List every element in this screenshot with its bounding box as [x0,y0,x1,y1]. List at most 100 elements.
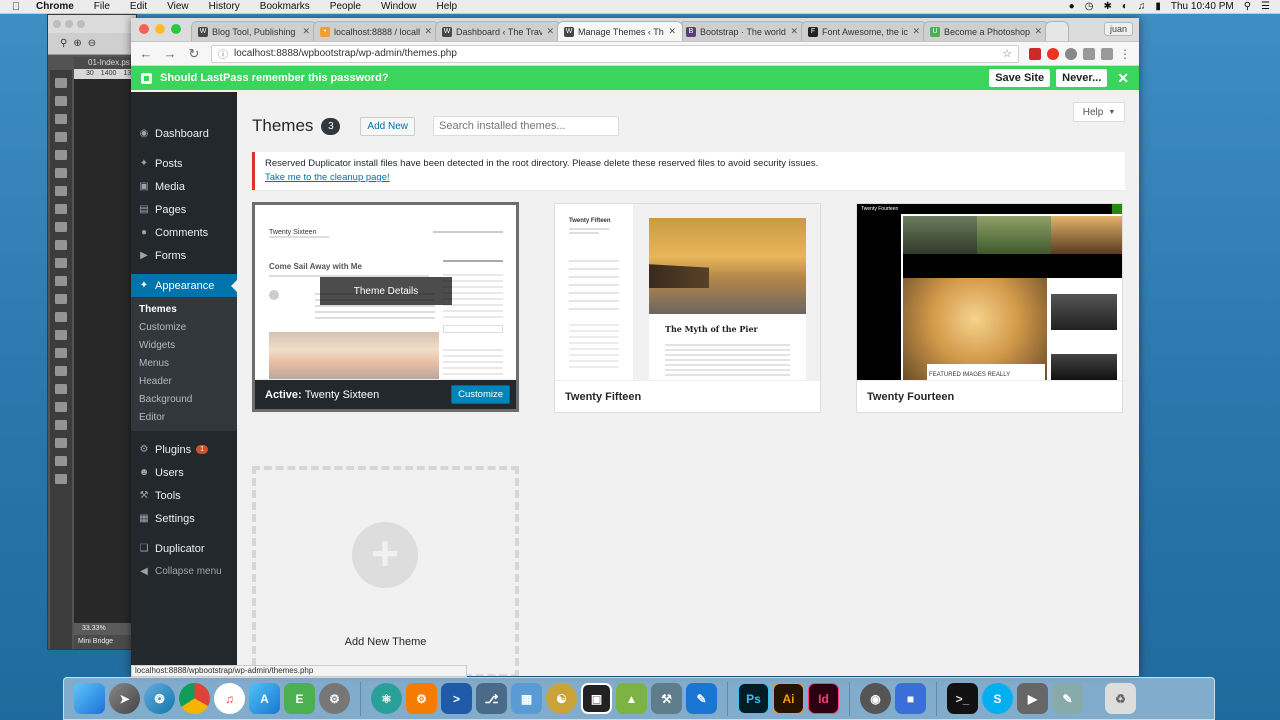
search-themes-input[interactable] [433,116,619,136]
submenu-menus[interactable]: Menus [131,355,237,373]
browser-tab[interactable]: F Font Awesome, the icon ✕ [801,21,927,41]
collapse-menu[interactable]: ◀ Collapse menu [131,560,237,583]
submenu-widgets[interactable]: Widgets [131,337,237,355]
menu-duplicator[interactable]: ❏ Duplicator [131,537,237,560]
wordpress-extension-icon[interactable] [1065,47,1077,60]
camera-icon[interactable]: ● [1069,1,1075,12]
wifi-icon[interactable]: ◐ [1122,1,1128,12]
illustrator-icon[interactable]: Ai [773,683,804,714]
browser-tab[interactable]: B Bootstrap · The world's ✕ [679,21,805,41]
forward-icon[interactable]: → [163,46,177,61]
app-store-icon[interactable]: A [249,683,280,714]
safari-icon[interactable]: ❂ [144,683,175,714]
menu-history[interactable]: History [199,1,250,12]
close-tab-icon[interactable]: ✕ [912,26,920,37]
photoshop-icon[interactable]: Ps [738,683,769,714]
new-tab-button[interactable] [1045,21,1069,41]
customize-button[interactable]: Customize [451,385,510,404]
theme-card-twenty-fourteen[interactable]: Twenty Fourteen FEATURED IMAGES REALLY T… [856,203,1123,413]
menu-comments[interactable]: ● Comments [131,221,237,244]
menu-plugins[interactable]: ⚙ Plugins 1 [131,438,237,461]
theme-card-twenty-fifteen[interactable]: Twenty Fifteen The Myth of the Pier Twen… [554,203,821,413]
close-window-button[interactable] [139,24,149,34]
menu-users[interactable]: ☻ Users [131,461,237,484]
menu-appearance[interactable]: ✦ Appearance [131,274,237,297]
zoom-out-icon[interactable]: ⊖ [88,38,96,49]
menu-help[interactable]: Help [427,1,468,12]
theme-card-twenty-sixteen[interactable]: Twenty Sixteen Come Sail Away with Me Th… [252,202,519,412]
volume-icon[interactable]: ♫ [1138,1,1146,12]
page-info-icon[interactable]: ⓘ [218,46,228,61]
video-app-icon[interactable]: ▶ [1017,683,1048,714]
menu-file[interactable]: File [84,1,120,12]
close-tab-icon[interactable]: ✕ [302,26,310,37]
close-tab-icon[interactable]: ✕ [424,26,432,37]
battery-icon[interactable]: ▮ [1155,1,1161,12]
android-studio-icon[interactable]: ▲ [616,683,647,714]
add-new-theme-card[interactable]: + Add New Theme [252,466,519,676]
menu-tools[interactable]: ⚒ Tools [131,484,237,507]
vscode-icon[interactable]: > [441,683,472,714]
back-icon[interactable]: ← [139,46,153,61]
zoom-window-button[interactable] [171,24,181,34]
menu-edit[interactable]: Edit [120,1,157,12]
browser-tab[interactable]: • localhost:8888 / localhc ✕ [313,21,439,41]
address-bar[interactable]: ⓘ localhost:8888/wpbootstrap/wp-admin/th… [211,44,1019,63]
mini-bridge-tab[interactable]: Mini Bridge [74,635,136,649]
extension-icon[interactable] [1083,47,1095,60]
zoom-in-icon[interactable]: ⊕ [73,38,81,49]
virtualbox-icon[interactable]: ▦ [511,683,542,714]
browser-tab-active[interactable]: WManage Themes ‹ The T✕ [557,21,683,41]
chrome-icon[interactable] [179,683,210,714]
menu-media[interactable]: ▣ Media [131,175,237,198]
browser-tab[interactable]: UBecome a Photoshop to✕ [923,21,1049,41]
photoshop-toolbox[interactable] [50,70,72,650]
lastpass-extension-icon[interactable] [1029,47,1041,60]
spotlight-icon[interactable]: ⚲ [1244,1,1251,12]
browser-tab[interactable]: W Dashboard ‹ The Travel ✕ [435,21,561,41]
finder-icon[interactable] [74,683,105,714]
editor-icon[interactable]: ▣ [581,683,612,714]
atom-icon[interactable]: ⚛ [371,683,402,714]
theme-details-overlay[interactable]: Theme Details [320,277,452,305]
menu-bookmarks[interactable]: Bookmarks [250,1,320,12]
git-icon[interactable]: ⎇ [476,683,507,714]
browser-tab[interactable]: W Blog Tool, Publishing Pl ✕ [191,21,317,41]
close-tab-icon[interactable]: ✕ [790,26,798,37]
menu-pages[interactable]: ▤ Pages [131,198,237,221]
submenu-themes[interactable]: Themes [131,301,237,319]
help-button[interactable]: Help ▼ [1073,102,1125,122]
submenu-editor[interactable]: Editor [131,409,237,427]
notification-center-icon[interactable]: ☰ [1261,1,1270,12]
menu-settings[interactable]: ▦ Settings [131,507,237,530]
profile-button[interactable]: juan [1103,22,1133,36]
itunes-icon[interactable]: ♫ [214,683,245,714]
skype-icon[interactable]: S [982,683,1013,714]
database-icon[interactable]: ☯ [546,683,577,714]
submenu-header[interactable]: Header [131,373,237,391]
menu-dashboard[interactable]: ◉ Dashboard [131,122,237,145]
cleanup-link[interactable]: Take me to the cleanup page! [265,172,1115,183]
terminal-app-icon[interactable]: ✎ [686,683,717,714]
close-tab-icon[interactable]: ✕ [1034,26,1042,37]
add-new-button[interactable]: Add New [360,116,415,136]
terminal-icon[interactable]: >_ [947,683,978,714]
preview-icon[interactable]: ✎ [1052,683,1083,714]
never-button[interactable]: Never... [1056,69,1108,87]
chrome-menu-icon[interactable]: ⋮ [1119,47,1131,61]
launchpad-icon[interactable]: ➤ [109,683,140,714]
sequel-pro-icon[interactable]: ◉ [860,683,891,714]
menu-forms[interactable]: ▶ Forms [131,244,237,267]
submenu-customize[interactable]: Customize [131,319,237,337]
save-site-button[interactable]: Save Site [989,69,1051,87]
bookmark-star-icon[interactable]: ☆ [1002,47,1012,60]
apple-icon[interactable]:  [8,1,24,13]
system-preferences-icon[interactable]: ⚙ [319,683,350,714]
submenu-background[interactable]: Background [131,391,237,409]
trash-icon[interactable]: ♻ [1105,683,1136,714]
menu-window[interactable]: Window [371,1,427,12]
menu-posts[interactable]: ✦ Posts [131,152,237,175]
mamp-icon[interactable]: ■ [895,683,926,714]
indesign-icon[interactable]: Id [808,683,839,714]
zoom-tool-icon[interactable]: ⚲ [60,38,67,49]
